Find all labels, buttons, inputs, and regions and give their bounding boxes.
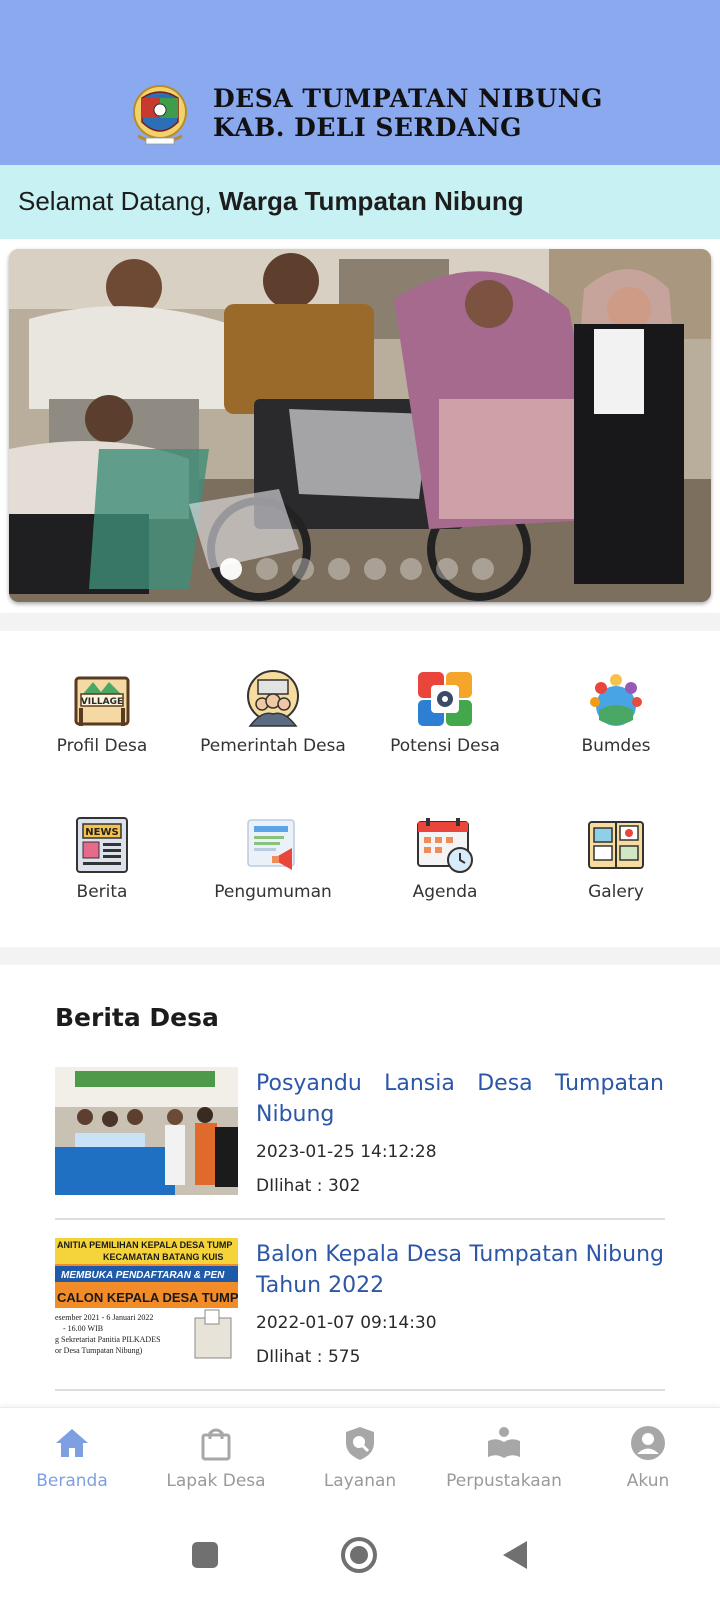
carousel-dot[interactable] — [328, 558, 350, 580]
header-title-line2: KAB. DELI SERDANG — [213, 113, 523, 142]
menu-berita[interactable]: Berita — [16, 880, 188, 905]
nav-label: Layanan — [323, 1471, 397, 1491]
carousel-dot[interactable] — [472, 558, 494, 580]
nav-layanan[interactable]: Layanan — [288, 1407, 432, 1507]
welcome-name: Warga Tumpatan Nibung — [218, 186, 524, 216]
news-views: DIlihat : 575 — [256, 1347, 361, 1367]
thumb-text: ANITIA PEMILIHAN KEPALA DESA TUMP — [57, 1240, 232, 1250]
account-icon — [631, 1426, 665, 1460]
svg-text:VILLAGE: VILLAGE — [81, 697, 123, 707]
thumb-text: g Sekretariat Panitia PILKADES — [55, 1335, 161, 1344]
nav-beranda[interactable]: Beranda — [0, 1407, 144, 1507]
carousel-dot[interactable] — [364, 558, 386, 580]
welcome-prefix: Selamat Datang, — [18, 186, 219, 216]
news-views: DIlihat : 302 — [256, 1176, 361, 1196]
menu-galery[interactable]: Galery — [530, 880, 702, 905]
reading-book-icon — [488, 1427, 520, 1458]
menu-agenda[interactable]: Agenda — [359, 880, 531, 905]
nav-label: Lapak Desa — [166, 1471, 266, 1491]
welcome-text: Selamat Datang, Warga Tumpatan Nibung — [18, 186, 524, 217]
nav-label: Akun — [626, 1471, 670, 1491]
service-shield-icon — [346, 1427, 374, 1460]
carousel-dot[interactable] — [400, 558, 422, 580]
thumb-text: esember 2021 - 6 Januari 2022 — [55, 1313, 153, 1322]
header-title-line1: DESA TUMPATAN NIBUNG — [213, 84, 603, 113]
news-thumbnail[interactable] — [55, 1067, 238, 1195]
government-people-icon — [247, 670, 299, 727]
home-icon — [56, 1429, 88, 1457]
thumb-text: KECAMATAN BATANG KUIS — [103, 1252, 223, 1262]
home-button-icon[interactable] — [340, 1536, 378, 1574]
nav-label: Perpustakaan — [446, 1471, 562, 1491]
menu-pengumuman[interactable]: Pengumuman — [187, 880, 359, 905]
news-divider — [55, 1218, 665, 1220]
carousel-indicators — [0, 558, 720, 582]
news-date: 2023-01-25 14:12:28 — [256, 1142, 437, 1162]
nav-lapak-desa[interactable]: Lapak Desa — [144, 1407, 288, 1507]
thumb-text: - 16.00 WIB — [63, 1324, 103, 1333]
app-screen: DESA TUMPATAN NIBUNG KAB. DELI SERDANG S… — [0, 0, 720, 1600]
newspaper-icon: NEWS — [76, 817, 128, 873]
village-sign-icon: VILLAGE — [74, 676, 130, 726]
calendar-clock-icon — [417, 818, 473, 873]
potential-gear-icon — [418, 672, 472, 726]
carousel-dot[interactable] — [436, 558, 458, 580]
thumb-text: CALON KEPALA DESA TUMPAT — [57, 1290, 238, 1305]
thumb-text: or Desa Tumpatan Nibung) — [55, 1346, 143, 1355]
shopping-bag-icon — [201, 1428, 231, 1461]
menu-profil-desa[interactable]: Profil Desa — [16, 734, 188, 759]
menu-potensi-desa[interactable]: Potensi Desa — [359, 734, 531, 759]
news-date: 2022-01-07 09:14:30 — [256, 1313, 437, 1333]
news-thumbnail[interactable]: ANITIA PEMILIHAN KEPALA DESA TUMP KECAMA… — [55, 1238, 238, 1366]
back-button-icon[interactable] — [501, 1539, 529, 1571]
thumb-text: MEMBUKA PENDAFTARAN & PEN — [61, 1270, 225, 1281]
carousel-dot[interactable] — [292, 558, 314, 580]
menu-pemerintah-desa[interactable]: Pemerintah Desa — [187, 734, 359, 759]
news-title[interactable]: Posyandu Lansia Desa Tumpatan Nibung — [256, 1068, 664, 1130]
section-divider — [0, 613, 720, 631]
carousel-photo — [9, 249, 711, 602]
recent-apps-icon[interactable] — [191, 1541, 219, 1569]
header-title: DESA TUMPATAN NIBUNG KAB. DELI SERDANG — [213, 84, 603, 142]
nav-akun[interactable]: Akun — [576, 1407, 720, 1507]
community-group-icon — [590, 674, 642, 726]
carousel-dot[interactable] — [256, 558, 278, 580]
news-title[interactable]: Balon Kepala Desa Tumpatan Nibung Tahun … — [256, 1239, 664, 1301]
menu-bumdes[interactable]: Bumdes — [530, 734, 702, 759]
carousel-dot[interactable] — [220, 558, 242, 580]
image-carousel[interactable] — [9, 249, 711, 602]
news-section-title: Berita Desa — [55, 1003, 219, 1032]
announcement-icon — [247, 819, 295, 870]
svg-text:NEWS: NEWS — [85, 827, 118, 838]
village-emblem-icon — [133, 85, 187, 145]
news-divider — [55, 1389, 665, 1391]
nav-perpustakaan[interactable]: Perpustakaan — [432, 1407, 576, 1507]
photo-album-icon — [588, 821, 644, 869]
nav-label: Beranda — [36, 1471, 108, 1491]
section-divider — [0, 947, 720, 965]
